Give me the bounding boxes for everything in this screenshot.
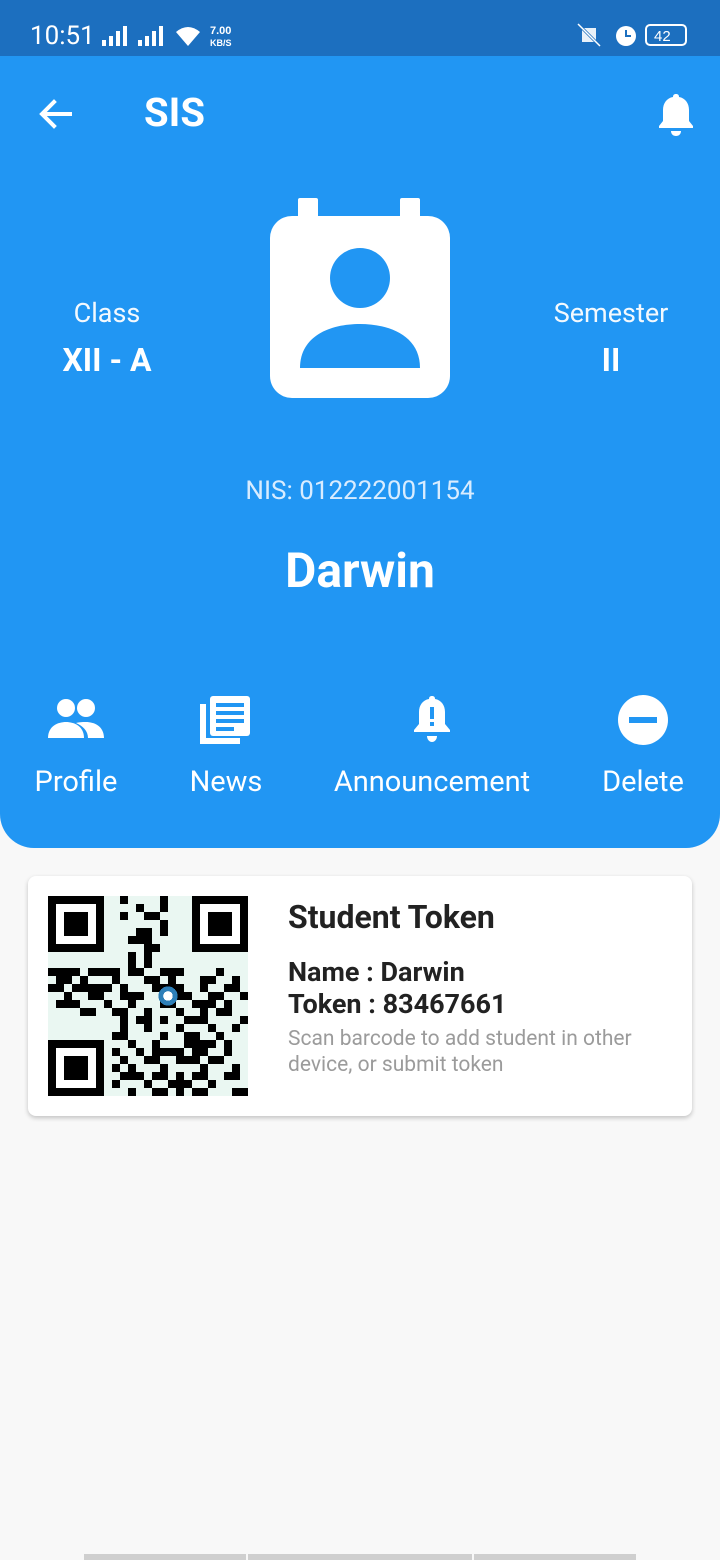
status-time: 10:51 (30, 21, 95, 51)
delete-label: Delete (602, 765, 684, 799)
class-label: Class (73, 297, 141, 329)
nav-indicator-segment (474, 1554, 636, 1560)
nav-indicator-segment (248, 1554, 472, 1560)
semester-value: II (601, 341, 621, 379)
token-hint: Scan barcode to add student in other dev… (288, 1027, 632, 1077)
semester-label: Semester (553, 297, 669, 329)
news-action-button[interactable]: News (176, 694, 276, 800)
profile-label: Profile (34, 765, 118, 799)
announcement-action-button[interactable]: Announcement (326, 694, 538, 800)
class-stat: Class XII - A (7, 296, 207, 380)
student-header: SIS Class XII - A Semester II NIS: 01222… (0, 56, 720, 848)
notification-bell-icon[interactable] (654, 90, 698, 138)
profile-action-button[interactable]: Profile (26, 694, 126, 800)
class-value: XII - A (62, 341, 152, 379)
news-label: News (189, 765, 263, 799)
student-token-card: Student Token Name : Darwin Token : 8346… (28, 876, 692, 1116)
people-icon (48, 699, 104, 738)
token-student-name: Name : Darwin (288, 956, 465, 988)
nav-indicator-segment (84, 1554, 246, 1560)
token-value: Token : 83467661 (288, 988, 507, 1020)
qr-code-icon[interactable] (48, 896, 248, 1096)
student-name: Darwin (285, 542, 435, 599)
svg-text:KB/S: KB/S (210, 38, 232, 48)
status-bar: 10:51 7.00 KB/S 42 (0, 0, 720, 56)
student-avatar-icon (270, 198, 450, 398)
system-status-icons: 42 (576, 22, 687, 48)
announcement-icon (414, 696, 450, 742)
svg-text:42: 42 (654, 28, 671, 45)
news-icon (200, 696, 250, 744)
back-arrow-icon[interactable] (36, 94, 76, 134)
semester-stat: Semester II (511, 296, 711, 380)
delete-action-button[interactable]: Delete (593, 694, 693, 800)
svg-text:7.00: 7.00 (210, 25, 231, 37)
token-card-title: Student Token (288, 898, 495, 936)
student-nis: NIS: 012222001154 (245, 476, 475, 506)
app-title: SIS (144, 89, 205, 136)
signal-wifi-icons: 7.00 KB/S (102, 25, 232, 48)
announcement-label: Announcement (333, 765, 531, 799)
minus-circle-icon (618, 695, 668, 745)
